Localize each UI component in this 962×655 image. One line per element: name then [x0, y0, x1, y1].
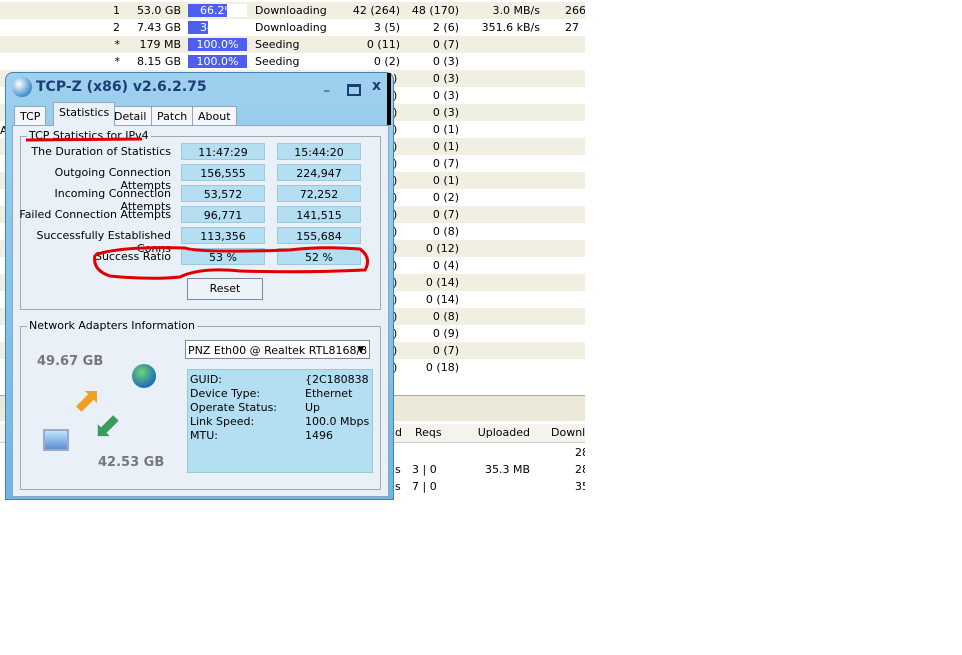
tab-statistics[interactable]: Statistics: [53, 102, 116, 126]
red-annotation: [25, 137, 370, 280]
circle-mark: [93, 246, 370, 280]
underline-mark: [25, 137, 143, 142]
